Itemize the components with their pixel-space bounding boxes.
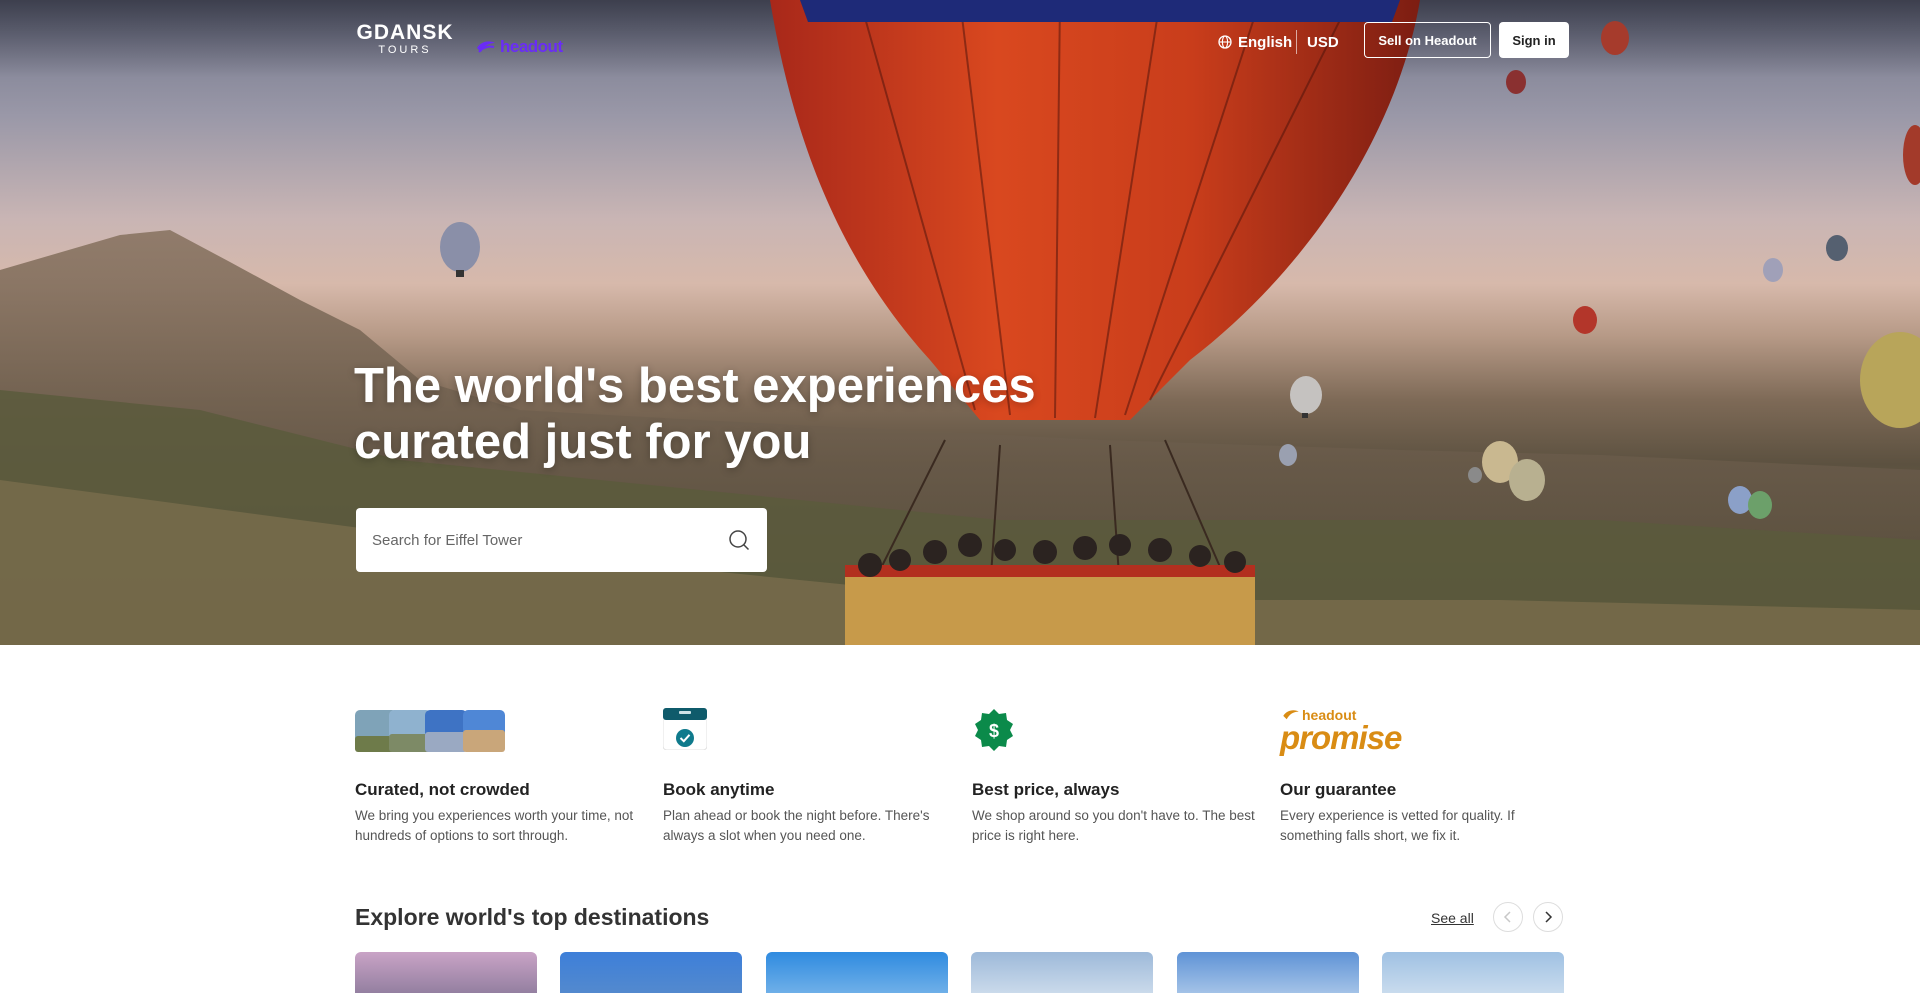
headout-logo[interactable]: headout bbox=[476, 36, 563, 58]
hero-section: GDANSK TOURS headout English USD Sell on… bbox=[0, 0, 1920, 645]
destination-card[interactable] bbox=[766, 952, 948, 993]
value-prop-title: Our guarantee bbox=[1280, 780, 1397, 799]
destinations-header: Explore world's top destinations See all bbox=[355, 902, 1565, 936]
destination-card[interactable] bbox=[1177, 952, 1359, 993]
headout-promise-logo: headout promise bbox=[1280, 708, 1570, 756]
sign-in-button[interactable]: Sign in bbox=[1499, 22, 1569, 58]
carousel-prev-button[interactable] bbox=[1493, 902, 1523, 932]
calendar-check-icon bbox=[663, 708, 707, 750]
value-prop-title: Curated, not crowded bbox=[355, 780, 530, 799]
hero-background-image bbox=[0, 0, 1920, 645]
sell-on-headout-button[interactable]: Sell on Headout bbox=[1364, 22, 1491, 58]
destination-card[interactable] bbox=[971, 952, 1153, 993]
value-prop-best-price: $ Best price, always We shop around so y… bbox=[972, 708, 1262, 846]
headout-logo-text: headout bbox=[500, 37, 563, 56]
see-all-link[interactable]: See all bbox=[1431, 910, 1474, 926]
value-prop-curated: Curated, not crowded We bring you experi… bbox=[355, 708, 645, 846]
globe-icon bbox=[1218, 35, 1232, 49]
search-icon[interactable] bbox=[727, 528, 751, 552]
hero-heading-line1: The world's best experiences bbox=[354, 359, 1036, 413]
search-bar[interactable] bbox=[356, 508, 767, 572]
destination-card[interactable] bbox=[560, 952, 742, 993]
value-prop-guarantee: headout promise Our guarantee Every expe… bbox=[1280, 708, 1570, 846]
promise-logo-big-text: promise bbox=[1280, 719, 1402, 756]
destination-card[interactable] bbox=[355, 952, 537, 993]
currency-selector[interactable]: USD bbox=[1296, 30, 1339, 54]
brand-subtitle: TOURS bbox=[378, 44, 432, 56]
photo-stack-icon bbox=[355, 710, 505, 752]
carousel-next-button[interactable] bbox=[1533, 902, 1563, 932]
value-prop-text: We bring you experiences worth your time… bbox=[355, 808, 634, 843]
language-selector[interactable]: English bbox=[1218, 30, 1292, 54]
currency-label: USD bbox=[1307, 33, 1339, 51]
chevron-left-icon bbox=[1503, 911, 1511, 923]
brand-name: GDANSK bbox=[356, 21, 454, 44]
destination-cards bbox=[355, 952, 1565, 993]
hero-heading: The world's best experiences curated jus… bbox=[354, 358, 1054, 470]
value-prop-title: Best price, always bbox=[972, 780, 1120, 799]
hero-heading-line2: curated just for you bbox=[354, 415, 812, 469]
dollar-badge-icon: $ bbox=[975, 709, 1013, 751]
value-prop-text: We shop around so you don't have to. The… bbox=[972, 808, 1255, 843]
value-prop-title: Book anytime bbox=[663, 780, 775, 799]
chevron-right-icon bbox=[1545, 911, 1553, 923]
destinations-title: Explore world's top destinations bbox=[355, 904, 710, 930]
value-props: Curated, not crowded We bring you experi… bbox=[355, 708, 1565, 843]
value-prop-text: Plan ahead or book the night before. The… bbox=[663, 808, 930, 843]
value-prop-text: Every experience is vetted for quality. … bbox=[1280, 808, 1515, 843]
gdansk-tours-logo[interactable]: GDANSK TOURS bbox=[355, 22, 455, 58]
value-prop-book-anytime: Book anytime Plan ahead or book the nigh… bbox=[663, 708, 953, 846]
top-navbar: GDANSK TOURS headout English USD Sell on… bbox=[0, 0, 1920, 80]
destination-card[interactable] bbox=[1382, 952, 1564, 993]
svg-text:$: $ bbox=[989, 721, 999, 741]
search-input[interactable] bbox=[372, 531, 727, 549]
headout-swoosh-icon bbox=[477, 41, 495, 53]
language-label: English bbox=[1238, 33, 1293, 51]
